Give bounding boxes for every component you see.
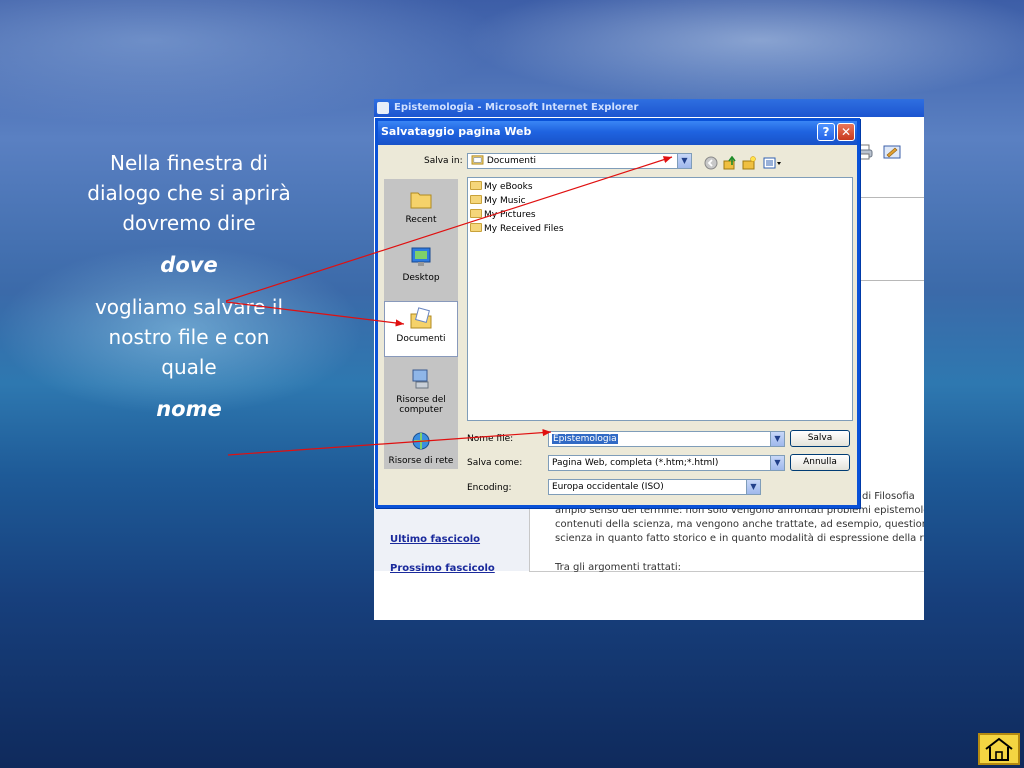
dialog-title: Salvataggio pagina Web — [381, 125, 532, 138]
ie-titlebar: Epistemologia - Microsoft Internet Explo… — [374, 99, 924, 117]
save-web-page-dialog: Salvataggio pagina Web ? ✕ Salva in: Doc… — [375, 118, 860, 508]
list-item[interactable]: My Music — [470, 194, 526, 208]
list-item[interactable]: My eBooks — [470, 180, 533, 194]
file-name: My Music — [484, 196, 526, 206]
encoding-select[interactable]: Europa occidentale (ISO) ▼ — [548, 479, 761, 495]
slide-text: Nella finestra di dialogo che si aprirà … — [78, 148, 300, 436]
chevron-down-icon[interactable]: ▼ — [770, 456, 784, 470]
ie-toolbar — [854, 143, 902, 161]
filename-label: Nome file: — [467, 434, 514, 444]
folder-icon — [470, 181, 482, 190]
chevron-down-icon[interactable]: ▼ — [677, 154, 691, 168]
place-documenti[interactable]: Documenti — [384, 301, 458, 357]
ie-divider-mid — [856, 280, 924, 281]
folder-icon — [470, 209, 482, 218]
savetype-label: Salva come: — [467, 458, 523, 468]
dialog-titlebar: Salvataggio pagina Web ? ✕ — [378, 121, 857, 145]
place-label: Risorse di rete — [388, 456, 454, 466]
file-name: My Received Files — [484, 224, 564, 234]
edit-icon[interactable] — [882, 143, 902, 161]
slide-word-dove: dove — [160, 253, 218, 277]
file-list[interactable]: My eBooks My Music My Pictures My Receiv… — [467, 177, 853, 421]
home-icon — [985, 737, 1013, 761]
link-prossimo-fascicolo[interactable]: Prossimo fascicolo — [390, 563, 495, 574]
documents-folder-icon — [471, 155, 484, 165]
encoding-value: Europa occidentale (ISO) — [552, 482, 664, 492]
up-folder-icon[interactable] — [723, 156, 737, 170]
slide-line-1: Nella finestra di dialogo che si aprirà … — [87, 151, 291, 235]
new-folder-icon[interactable] — [742, 156, 756, 170]
ie-text-filosofia: di Filosofia — [862, 491, 915, 502]
folder-icon — [470, 195, 482, 204]
place-label: Risorse del computer — [396, 395, 446, 415]
place-label: Recent — [405, 215, 437, 225]
close-button[interactable]: ✕ — [837, 123, 855, 141]
home-button[interactable] — [978, 733, 1020, 765]
cancel-button[interactable]: Annulla — [790, 454, 850, 471]
save-in-label: Salva in: — [424, 156, 463, 166]
list-item[interactable]: My Received Files — [470, 222, 564, 236]
slide-line-2: vogliamo salvare il nostro file e con qu… — [94, 295, 284, 379]
ie-divider-top — [856, 197, 924, 198]
save-in-combo[interactable]: Documenti ▼ — [467, 153, 692, 169]
place-desktop[interactable]: Desktop — [384, 245, 458, 297]
filename-field[interactable]: Epistemologia ▼ — [548, 431, 785, 447]
ie-text-line: contenuti della scienza, ma vengono anch… — [555, 519, 924, 530]
desktop-icon — [411, 247, 431, 266]
savetype-select[interactable]: Pagina Web, completa (*.htm;*.html) ▼ — [548, 455, 785, 471]
recent-folder-icon — [410, 192, 432, 209]
ie-text-line: Tra gli argomenti trattati: — [555, 562, 681, 573]
network-icon — [412, 432, 430, 450]
help-button[interactable]: ? — [817, 123, 835, 141]
place-risorse-rete[interactable]: Risorse di rete — [384, 431, 458, 467]
chevron-down-icon[interactable]: ▼ — [746, 480, 760, 494]
file-name: My eBooks — [484, 182, 533, 192]
folder-icon — [470, 223, 482, 232]
view-menu-icon[interactable] — [763, 156, 783, 170]
place-recent[interactable]: Recent — [384, 187, 458, 237]
link-ultimo-fascicolo[interactable]: Ultimo fascicolo — [390, 534, 480, 545]
ie-text-line: scienza in quanto fatto storico e in qua… — [555, 533, 924, 544]
my-computer-icon — [412, 369, 429, 389]
slide-word-nome: nome — [156, 397, 222, 421]
encoding-label: Encoding: — [467, 483, 512, 493]
save-button[interactable]: Salva — [790, 430, 850, 447]
chevron-down-icon[interactable]: ▼ — [770, 432, 784, 446]
filename-value: Epistemologia — [552, 434, 618, 444]
places-bar: Recent Desktop Documenti Risorse del com… — [384, 179, 458, 469]
ie-title: Epistemologia - Microsoft Internet Explo… — [394, 102, 639, 113]
list-item[interactable]: My Pictures — [470, 208, 536, 222]
place-label: Documenti — [396, 334, 446, 344]
save-in-value: Documenti — [486, 156, 537, 166]
ie-app-icon — [377, 102, 389, 114]
place-risorse-computer[interactable]: Risorse del computer — [384, 367, 458, 425]
my-documents-icon — [410, 307, 432, 329]
savetype-value: Pagina Web, completa (*.htm;*.html) — [552, 458, 719, 468]
place-label: Desktop — [402, 273, 440, 283]
back-icon[interactable] — [704, 156, 718, 170]
file-name: My Pictures — [484, 210, 536, 220]
